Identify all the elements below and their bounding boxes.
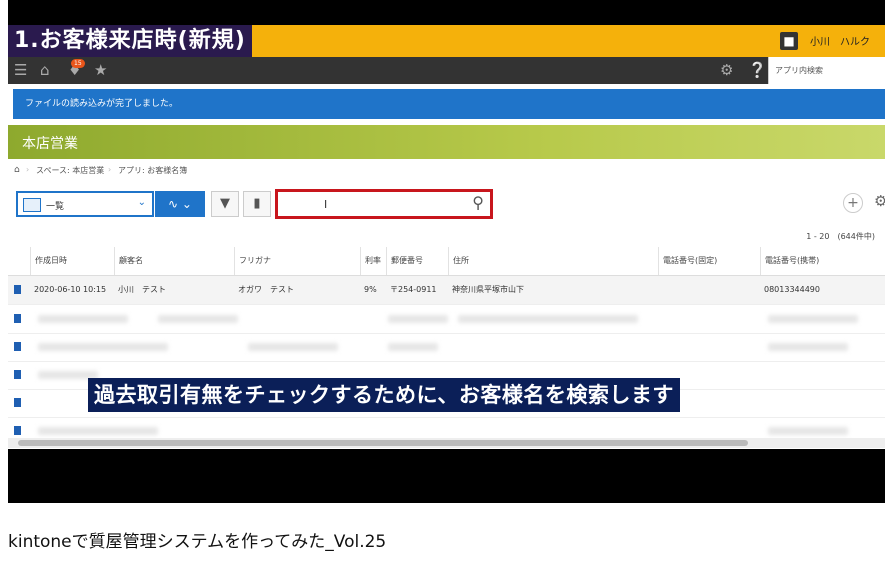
add-record-button[interactable]: + xyxy=(843,193,863,213)
table-cell: 〒254-0911 xyxy=(390,285,437,294)
table-cell xyxy=(658,276,662,304)
column-header[interactable]: 電話番号(携帯) xyxy=(760,247,885,275)
table-row[interactable] xyxy=(8,333,885,362)
bar-chart-icon: ▮ xyxy=(253,196,261,211)
toolbar: 一覧 ⌄ ∿ ⌄ ▼ ▮ I ⚲ + ⚙ xyxy=(8,186,885,220)
breadcrumb-space[interactable]: スペース: 本店営業 xyxy=(36,165,104,176)
view-select-label: 一覧 xyxy=(46,202,65,212)
breadcrumb-app[interactable]: アプリ: お客様名簿 xyxy=(118,165,187,176)
gear-icon[interactable]: ⚙ xyxy=(720,62,733,79)
horizontal-scrollbar[interactable] xyxy=(8,438,885,448)
banner: 1.お客様来店時(新規) xyxy=(8,25,768,57)
record-count: 1 - 20 (644件中) xyxy=(806,232,875,241)
text-cursor-icon: I xyxy=(324,198,328,211)
column-header[interactable]: 住所 xyxy=(448,247,658,275)
list-view-icon xyxy=(23,198,41,212)
video-caption: 過去取引有無をチェックするために、お客様名を検索します xyxy=(88,378,680,412)
user-menu[interactable]: ■ 小川 ハルク xyxy=(768,25,885,57)
column-header[interactable]: 電話番号(固定) xyxy=(658,247,760,275)
filter-button[interactable]: ▼ xyxy=(211,191,239,217)
star-icon[interactable]: ★ xyxy=(94,62,107,79)
filter-icon: ▼ xyxy=(220,196,230,211)
record-detail-icon[interactable] xyxy=(14,370,21,379)
column-header[interactable]: フリガナ xyxy=(234,247,360,275)
column-header[interactable]: 郵便番号 xyxy=(386,247,448,275)
help-icon[interactable]: ❔ xyxy=(748,62,767,79)
breadcrumb-home-icon[interactable]: ⌂ xyxy=(14,165,20,175)
scrollbar-thumb[interactable] xyxy=(18,440,748,446)
record-detail-icon[interactable] xyxy=(14,314,21,323)
table-header: 作成日時 顧客名 フリガナ 利率 郵便番号 住所 電話番号(固定) 電話番号(携… xyxy=(8,247,885,276)
banner-title: 1.お客様来店時(新規) xyxy=(8,25,252,57)
app-settings-gear-icon[interactable]: ⚙ xyxy=(874,192,885,210)
menu-icon[interactable]: ☰ xyxy=(14,62,27,79)
search-input[interactable]: I ⚲ xyxy=(275,189,493,219)
breadcrumb: ⌂ › スペース: 本店営業 › アプリ: お客様名簿 xyxy=(14,165,188,176)
graph-button[interactable]: ▮ xyxy=(243,191,271,217)
home-icon[interactable]: ⌂ xyxy=(40,62,50,79)
table-cell: 9% xyxy=(364,285,377,294)
record-detail-icon[interactable] xyxy=(14,342,21,351)
record-detail-icon[interactable] xyxy=(14,426,21,435)
search-icon[interactable]: ⚲ xyxy=(472,193,484,212)
kintone-topbar: ☰ ⌂ ♦ ★ ⚙ ❔ xyxy=(8,57,768,84)
table-cell: 08013344490 xyxy=(764,285,820,294)
user-icon: ■ xyxy=(780,32,798,50)
column-header[interactable]: 作成日時 xyxy=(30,247,114,275)
notice-banner: ファイルの読み込みが完了しました。 xyxy=(13,89,885,119)
column-header[interactable]: 利率 xyxy=(360,247,386,275)
chevron-down-icon: ⌄ xyxy=(137,197,146,208)
record-detail-icon[interactable] xyxy=(14,398,21,407)
table-cell: 小川 テスト xyxy=(118,285,166,294)
app-search-input[interactable]: アプリ内検索 xyxy=(768,57,885,84)
space-title: 本店営業 xyxy=(22,136,78,152)
graph-select-button[interactable]: ∿ ⌄ xyxy=(155,191,205,217)
notification-badge: 15 xyxy=(71,59,85,68)
table-row[interactable] xyxy=(8,305,885,334)
table-cell: 神奈川県平塚市山下 xyxy=(452,285,524,294)
view-select[interactable]: 一覧 ⌄ xyxy=(16,191,154,217)
table-cell: 2020-06-10 10:15 xyxy=(34,285,107,294)
user-name: 小川 ハルク xyxy=(810,37,870,48)
video-frame[interactable]: 1.お客様来店時(新規) ■ 小川 ハルク ☰ ⌂ ♦ ★ ⚙ ❔ 15 アプリ… xyxy=(8,0,885,503)
space-header: 本店営業 xyxy=(8,125,885,159)
record-detail-icon[interactable] xyxy=(14,285,21,294)
app-search-placeholder: アプリ内検索 xyxy=(775,66,823,75)
table-cell: オガワ テスト xyxy=(238,285,294,294)
column-header[interactable]: 顧客名 xyxy=(114,247,234,275)
table-row[interactable]: 2020-06-10 10:15 小川 テスト オガワ テスト 9% 〒254-… xyxy=(8,276,885,305)
video-title: kintoneで質屋管理システムを作ってみた_Vol.25 xyxy=(8,532,387,552)
